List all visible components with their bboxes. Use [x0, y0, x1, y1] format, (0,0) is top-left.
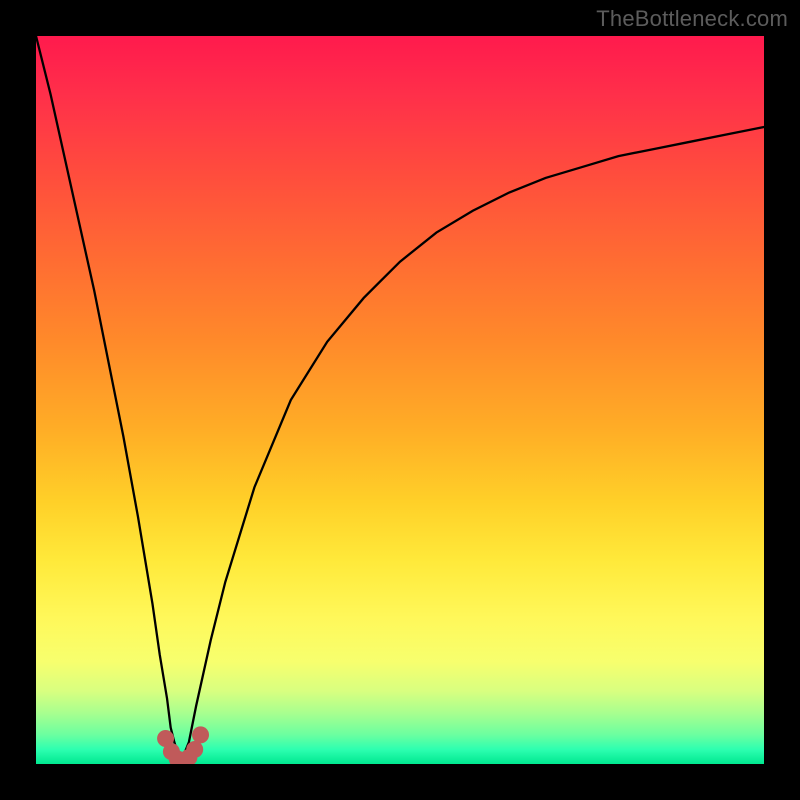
curve-marker	[192, 726, 209, 743]
marker-group	[157, 726, 209, 764]
attribution-text: TheBottleneck.com	[596, 6, 788, 32]
curve-marker	[186, 741, 203, 758]
chart-svg	[36, 36, 764, 764]
plot-area	[36, 36, 764, 764]
curve-left-branch	[36, 36, 182, 760]
outer-frame: TheBottleneck.com	[0, 0, 800, 800]
curve-group	[36, 36, 764, 760]
curve-right-branch	[182, 127, 764, 760]
